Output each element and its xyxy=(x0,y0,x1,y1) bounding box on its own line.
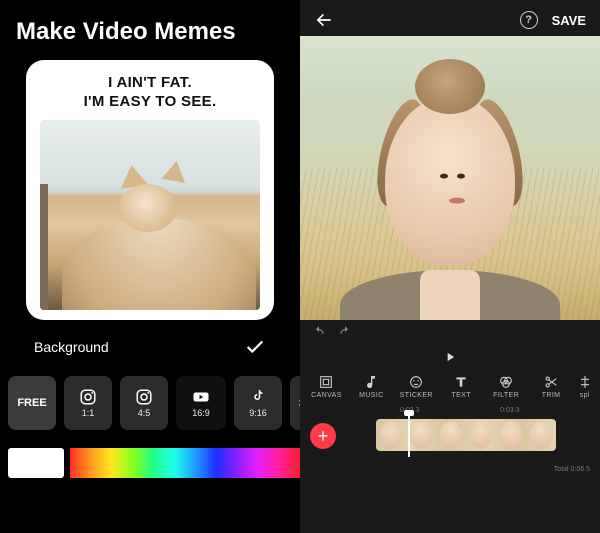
tool-filter[interactable]: FILTER xyxy=(484,374,529,399)
tool-music[interactable]: MUSIC xyxy=(349,374,394,399)
help-icon[interactable]: ? xyxy=(520,11,538,29)
instagram-icon xyxy=(79,388,97,406)
back-icon[interactable] xyxy=(314,10,334,30)
undo-redo-row xyxy=(300,320,600,344)
meme-card[interactable]: I AIN'T FAT. I'M EASY TO SEE. xyxy=(26,60,274,320)
play-icon[interactable] xyxy=(443,350,457,364)
background-label: Background xyxy=(34,339,109,355)
meme-panel: Make Video Memes I AIN'T FAT. I'M EASY T… xyxy=(0,0,300,533)
ratio-4-5[interactable]: 4:5 xyxy=(120,376,168,430)
ratio-9-16[interactable]: 9:16 xyxy=(234,376,282,430)
ratio-1-1[interactable]: 1:1 xyxy=(64,376,112,430)
editor-topbar: ? SAVE xyxy=(300,0,600,36)
filter-icon xyxy=(498,374,514,390)
ratio-free[interactable]: FREE xyxy=(8,376,56,430)
sticker-icon xyxy=(408,374,424,390)
editor-panel: ? SAVE CANVAS MUSIC STICKER xyxy=(300,0,600,533)
color-palette xyxy=(8,448,300,478)
tool-text[interactable]: TEXT xyxy=(439,374,484,399)
swatch-white[interactable] xyxy=(8,448,64,478)
tool-sticker[interactable]: STICKER xyxy=(394,374,439,399)
ratio-3-4[interactable]: 3:4 xyxy=(290,376,300,430)
text-icon xyxy=(453,374,469,390)
meme-caption: I AIN'T FAT. I'M EASY TO SEE. xyxy=(40,74,260,112)
aspect-ratio-row: FREE 1:1 4:5 16:9 9:16 3:4 xyxy=(0,368,300,438)
music-icon xyxy=(363,374,379,390)
play-row xyxy=(300,344,600,370)
add-clip-button[interactable]: + xyxy=(310,423,336,449)
timeline[interactable]: 0:02.3 0:03.3 + Total 0:06.5 xyxy=(300,401,600,479)
split-icon xyxy=(577,374,593,390)
ratio-16-9[interactable]: 16:9 xyxy=(176,376,226,430)
tool-trim[interactable]: TRIM xyxy=(529,374,574,399)
video-preview[interactable] xyxy=(300,36,600,320)
clip-strip[interactable] xyxy=(376,419,556,451)
scissors-icon xyxy=(543,374,559,390)
ruler-tick: 0:03.3 xyxy=(500,407,519,414)
background-row: Background xyxy=(0,320,300,368)
redo-icon[interactable] xyxy=(338,325,352,339)
meme-image xyxy=(40,120,260,310)
tool-row: CANVAS MUSIC STICKER TEXT FILTER TRIM sp… xyxy=(300,370,600,401)
save-button[interactable]: SAVE xyxy=(552,13,586,28)
undo-icon[interactable] xyxy=(312,325,326,339)
meme-line-1: I AIN'T FAT. xyxy=(40,74,260,93)
instagram-icon xyxy=(135,388,153,406)
timeline-ruler: 0:02.3 0:03.3 xyxy=(300,407,600,419)
tool-canvas[interactable]: CANVAS xyxy=(304,374,349,399)
confirm-icon[interactable] xyxy=(244,336,266,358)
swatch-gradient[interactable] xyxy=(70,448,300,478)
tiktok-icon xyxy=(249,388,267,406)
meme-line-2: I'M EASY TO SEE. xyxy=(40,93,260,112)
total-duration: Total 0:06.5 xyxy=(554,466,590,473)
canvas-icon xyxy=(318,374,334,390)
tool-split[interactable]: spl xyxy=(574,374,596,399)
playhead[interactable] xyxy=(408,415,410,457)
page-title: Make Video Memes xyxy=(0,0,300,60)
youtube-icon xyxy=(192,388,210,406)
